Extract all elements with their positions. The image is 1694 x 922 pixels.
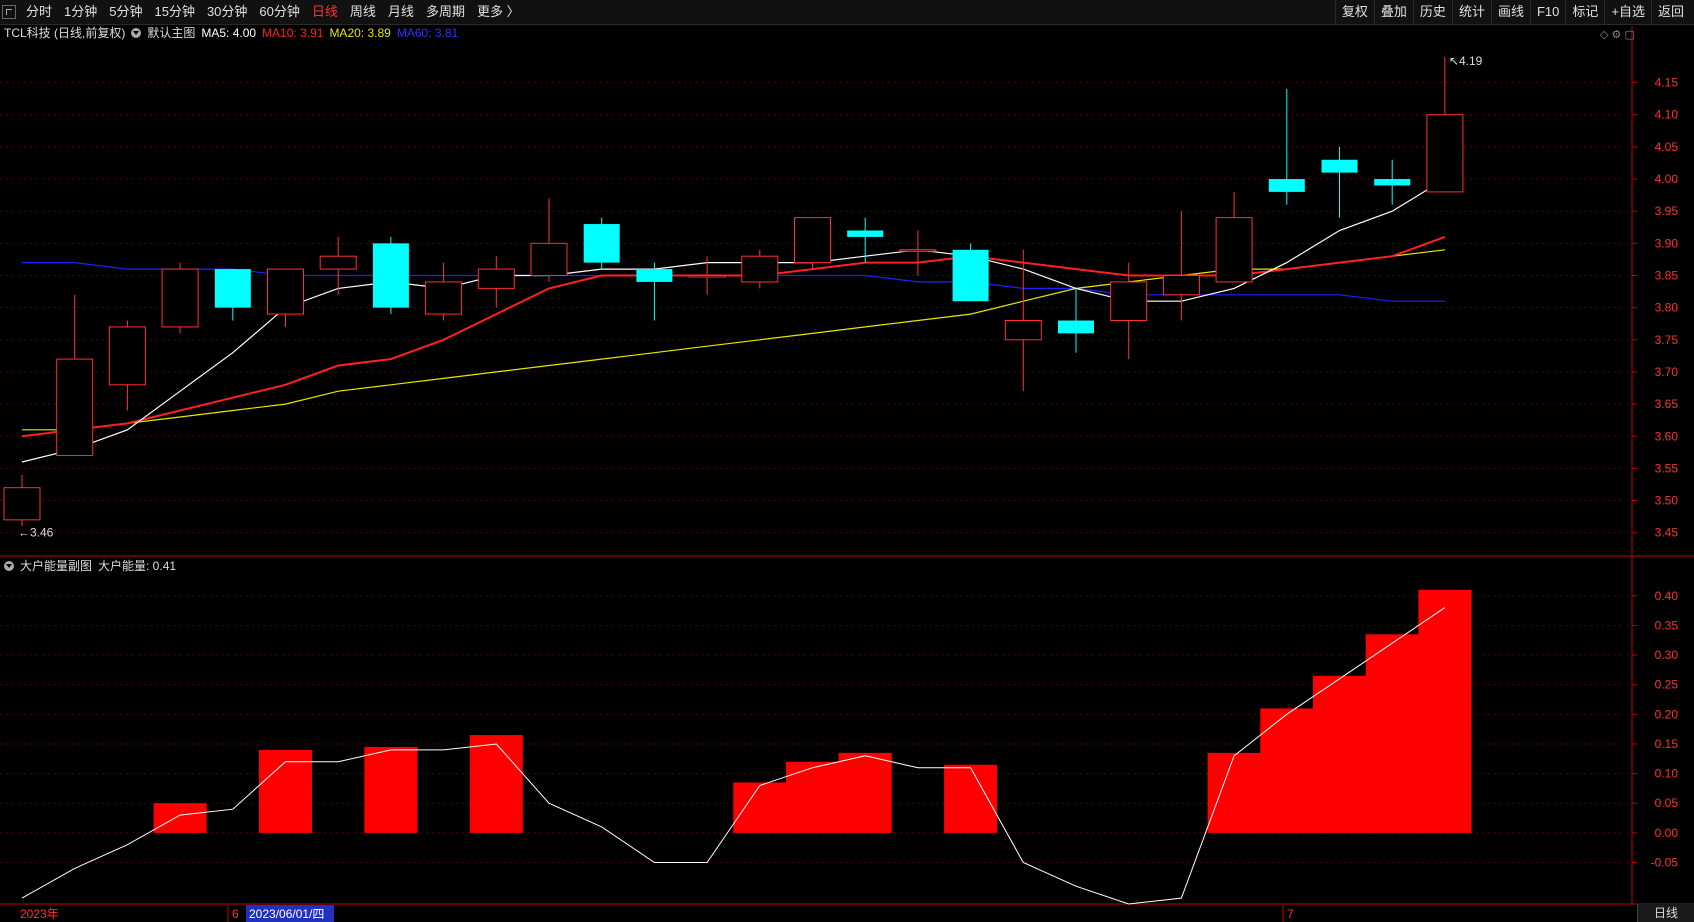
energy-bar — [1260, 708, 1314, 833]
sub-tick-label: 0.30 — [1655, 648, 1679, 662]
candle-body — [267, 268, 304, 315]
candle-body — [3, 487, 41, 521]
date-axis-year: 2023年 — [20, 907, 59, 921]
sub-tick-label: 0.20 — [1655, 707, 1679, 721]
dropdown-icon[interactable] — [131, 28, 142, 38]
candle-body — [108, 326, 146, 386]
candle-body — [794, 217, 831, 264]
main-tick-label: 4.15 — [1655, 76, 1679, 90]
sub-tick-label: 0.40 — [1655, 589, 1679, 603]
kline-chart-svg[interactable]: 3.45 3.50 3.55 3.60 3.65 3.70 3.75 3.80 3.85 3.90… — [0, 0, 1694, 922]
settings-icon[interactable]: ⚙ — [1612, 29, 1622, 41]
main-chart-info: TCL科技 (日线,前复权) 默认主图 MA5: 4.00 MA10: 3.91… — [4, 24, 458, 42]
main-tick-label: 3.75 — [1655, 333, 1679, 347]
sub-chart-title[interactable]: 大户能量副图 — [20, 557, 92, 575]
energy-bar — [838, 752, 892, 833]
main-tick-label: 4.00 — [1655, 172, 1679, 186]
sub-tick-label: 0.25 — [1655, 678, 1679, 692]
date-axis-month-6: 6 — [232, 907, 239, 921]
candle-body — [1374, 179, 1411, 186]
diamond-icon[interactable]: ◇ — [1600, 29, 1608, 41]
main-tick-label: 3.55 — [1655, 461, 1679, 475]
high-price-annotation: ↖4.19 — [1449, 54, 1483, 68]
energy-bar — [1418, 589, 1472, 833]
sub-dropdown-icon[interactable] — [4, 561, 14, 571]
candle-body — [425, 281, 463, 315]
candle-body — [530, 242, 568, 276]
candle-body — [1004, 320, 1042, 341]
candle-body — [952, 249, 989, 302]
main-tick-label: 4.10 — [1655, 108, 1679, 122]
candle-body — [1162, 274, 1200, 296]
main-tick-label: 3.80 — [1655, 301, 1679, 315]
candle-body — [477, 268, 515, 289]
ma60-label: MA60: 3.81 — [396, 26, 459, 40]
candle-body — [636, 269, 673, 282]
candle-body — [1058, 320, 1094, 334]
sub-tick-label: 0.10 — [1655, 767, 1679, 781]
energy-bar — [733, 782, 787, 833]
energy-bar — [786, 761, 839, 833]
candle-body — [319, 255, 357, 270]
energy-bar — [1313, 675, 1366, 833]
candle-body — [1426, 114, 1464, 193]
bottom-period-tab[interactable]: 日线 — [1637, 904, 1694, 922]
main-tick-label: 3.85 — [1655, 268, 1679, 282]
energy-bar — [364, 746, 418, 833]
main-tick-label: 3.65 — [1655, 397, 1679, 411]
candle-body — [847, 230, 884, 237]
ma5-label: MA5: 4.00 — [201, 26, 257, 40]
main-tick-label: 3.50 — [1655, 494, 1679, 508]
candle-body — [899, 249, 937, 252]
sub-chart-value: 大户能量: 0.41 — [98, 559, 177, 573]
ma20-label: MA20: 3.89 — [329, 26, 391, 40]
energy-bar — [944, 764, 998, 833]
sub-tick-label: 0.15 — [1655, 737, 1679, 751]
low-price-annotation: ←3.46 — [18, 525, 54, 539]
candle-body — [372, 243, 409, 308]
main-tick-label: 3.45 — [1655, 526, 1679, 540]
energy-bar — [1365, 634, 1419, 833]
candle-body — [1110, 281, 1148, 322]
candle-body — [214, 269, 251, 308]
sub-tick-label: 0.05 — [1655, 796, 1679, 810]
main-tick-label: 3.90 — [1655, 236, 1679, 250]
window-controls: ◇ ⚙ ▢ — [1600, 28, 1635, 41]
main-tick-label: 3.95 — [1655, 204, 1679, 218]
candle-body — [56, 358, 94, 457]
main-tick-label: 3.70 — [1655, 365, 1679, 379]
energy-bar — [469, 735, 523, 833]
sub-tick-label: 0.00 — [1655, 826, 1679, 840]
date-axis-month-7: 7 — [1287, 907, 1294, 921]
sub-chart-info: 大户能量副图 大户能量: 0.41 — [4, 557, 176, 575]
date-cursor-label: 2023/06/01/四 — [249, 907, 324, 921]
candle-body — [583, 224, 620, 263]
template-label[interactable]: 默认主图 — [147, 24, 195, 42]
main-tick-label: 3.60 — [1655, 429, 1679, 443]
main-tick-label: 4.05 — [1655, 140, 1679, 154]
energy-bar — [1207, 752, 1261, 833]
candle-body — [1215, 217, 1253, 283]
maximize-icon[interactable]: ▢ — [1624, 29, 1634, 41]
stock-title: TCL科技 (日线,前复权) — [4, 26, 126, 40]
candle-body — [1321, 159, 1358, 173]
sub-tick-label: 0.35 — [1655, 618, 1679, 632]
candle-body — [161, 268, 199, 328]
ma10-label: MA10: 3.91 — [262, 26, 324, 40]
candle-body — [1268, 179, 1305, 192]
candle-body — [741, 255, 779, 283]
sub-tick-label: -0.05 — [1651, 856, 1679, 870]
candle-body — [688, 274, 726, 278]
energy-bar — [153, 803, 207, 833]
